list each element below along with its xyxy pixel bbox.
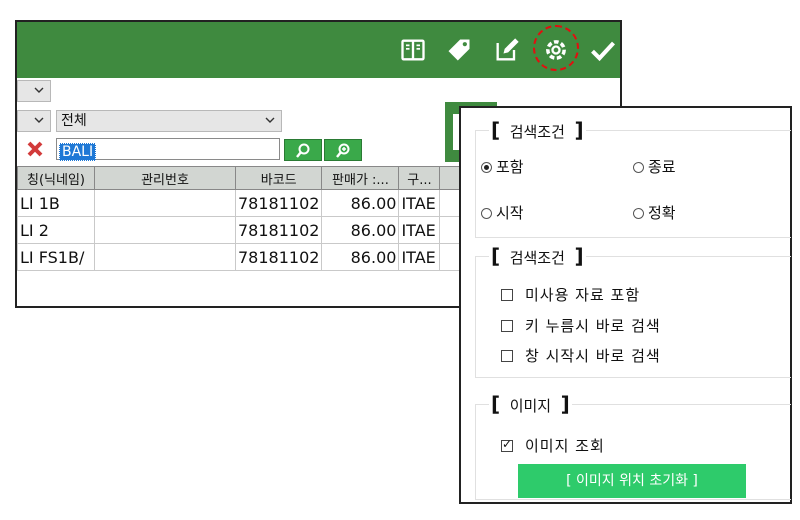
check-icon[interactable] — [589, 36, 617, 64]
toolbar — [17, 22, 620, 78]
field-combo[interactable] — [17, 110, 51, 132]
cell-barcode: 78181102 — [234, 216, 323, 244]
image-section-title: [ 이미지 ] — [489, 392, 572, 416]
chevron-down-icon — [34, 117, 44, 123]
option-section-title: [ 검색조건 ] — [489, 244, 586, 268]
chevron-down-icon — [34, 87, 44, 93]
settings-panel: [ 검색조건 ] 포함 종료 시작 정확 [ 검색조건 ] 미사용 자료 포함 … — [459, 106, 792, 504]
match-section-title: [ 검색조건 ] — [489, 118, 586, 142]
cell-nickname: LI 1B — [17, 189, 95, 217]
radio-include[interactable]: 포함 — [481, 156, 524, 177]
col-manage-no[interactable]: 관리번호 — [94, 166, 236, 190]
cell-nickname: LI 2 — [17, 216, 95, 244]
category-value: 전체 — [61, 113, 87, 129]
cell-barcode: 78181102 — [234, 189, 323, 217]
search-value: BALI — [59, 143, 97, 161]
chevron-down-icon — [265, 117, 275, 123]
cell-price: 86.00 — [321, 216, 400, 244]
radio-start[interactable]: 시작 — [481, 202, 524, 223]
tag-icon[interactable] — [445, 36, 473, 64]
checkbox-image-view[interactable]: 이미지 조회 — [501, 435, 605, 456]
gear-icon[interactable] — [542, 36, 570, 64]
radio-dot — [633, 208, 644, 219]
cell-nickname: LI FS1B/ — [17, 243, 95, 271]
col-nickname[interactable]: 칭(닉네임) — [17, 166, 95, 190]
search-icon — [296, 143, 310, 158]
checkbox-box — [501, 437, 513, 452]
clear-button[interactable] — [25, 139, 45, 159]
cell-category: ITAE — [398, 243, 441, 271]
radio-dot — [633, 162, 644, 173]
radio-dot — [481, 162, 492, 173]
cell-manage-no — [94, 216, 236, 244]
checkbox-box — [501, 320, 513, 332]
radio-dot — [481, 208, 492, 219]
cell-category: ITAE — [398, 189, 441, 217]
cell-manage-no — [94, 189, 236, 217]
search-button[interactable] — [284, 139, 322, 161]
reset-image-position-button[interactable]: [ 이미지 위치 초기화 ] — [518, 464, 746, 498]
checkbox-search-on-open[interactable]: 창 시작시 바로 검색 — [501, 345, 661, 366]
zoom-in-icon — [336, 143, 350, 158]
category-combo[interactable]: 전체 — [56, 110, 282, 132]
search-input[interactable]: BALI — [56, 138, 280, 161]
edit-icon[interactable] — [493, 36, 521, 64]
checkbox-box — [501, 289, 513, 301]
close-icon — [27, 141, 43, 157]
cell-category: ITAE — [398, 216, 441, 244]
cell-price: 86.00 — [321, 189, 400, 217]
radio-exact[interactable]: 정확 — [633, 202, 676, 223]
cell-barcode: 78181102 — [234, 243, 323, 271]
cell-manage-no — [94, 243, 236, 271]
col-category[interactable]: 구... — [398, 166, 441, 190]
col-price[interactable]: 판매가 :... — [321, 166, 400, 190]
col-barcode[interactable]: 바코드 — [234, 166, 323, 190]
checkbox-search-on-key[interactable]: 키 누름시 바로 검색 — [501, 315, 661, 336]
radio-end[interactable]: 종료 — [633, 156, 676, 177]
checkbox-box — [501, 350, 513, 362]
zoom-search-button[interactable] — [324, 139, 362, 161]
checkbox-include-unused[interactable]: 미사용 자료 포함 — [501, 284, 640, 305]
cell-price: 86.00 — [321, 243, 400, 271]
type-combo[interactable] — [17, 80, 51, 102]
book-icon[interactable] — [399, 36, 427, 64]
